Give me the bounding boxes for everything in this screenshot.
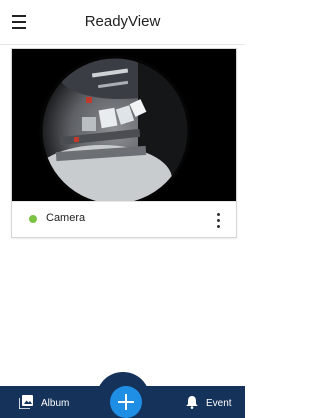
app-bar: ReadyView: [0, 0, 245, 45]
album-label: Album: [41, 398, 70, 409]
app-title: ReadyView: [84, 13, 161, 30]
camera-preview[interactable]: [12, 49, 236, 201]
camera-card-footer: Camera: [12, 201, 236, 238]
online-status-dot: [29, 215, 37, 223]
camera-name: Camera: [46, 212, 86, 224]
fisheye-image: [12, 49, 236, 201]
photo-album-icon: [19, 395, 33, 409]
event-label: Event: [206, 398, 232, 409]
camera-card: Camera: [11, 48, 237, 238]
add-camera-button[interactable]: [110, 386, 142, 418]
more-vertical-icon[interactable]: [212, 210, 226, 230]
bell-icon: [186, 396, 198, 409]
